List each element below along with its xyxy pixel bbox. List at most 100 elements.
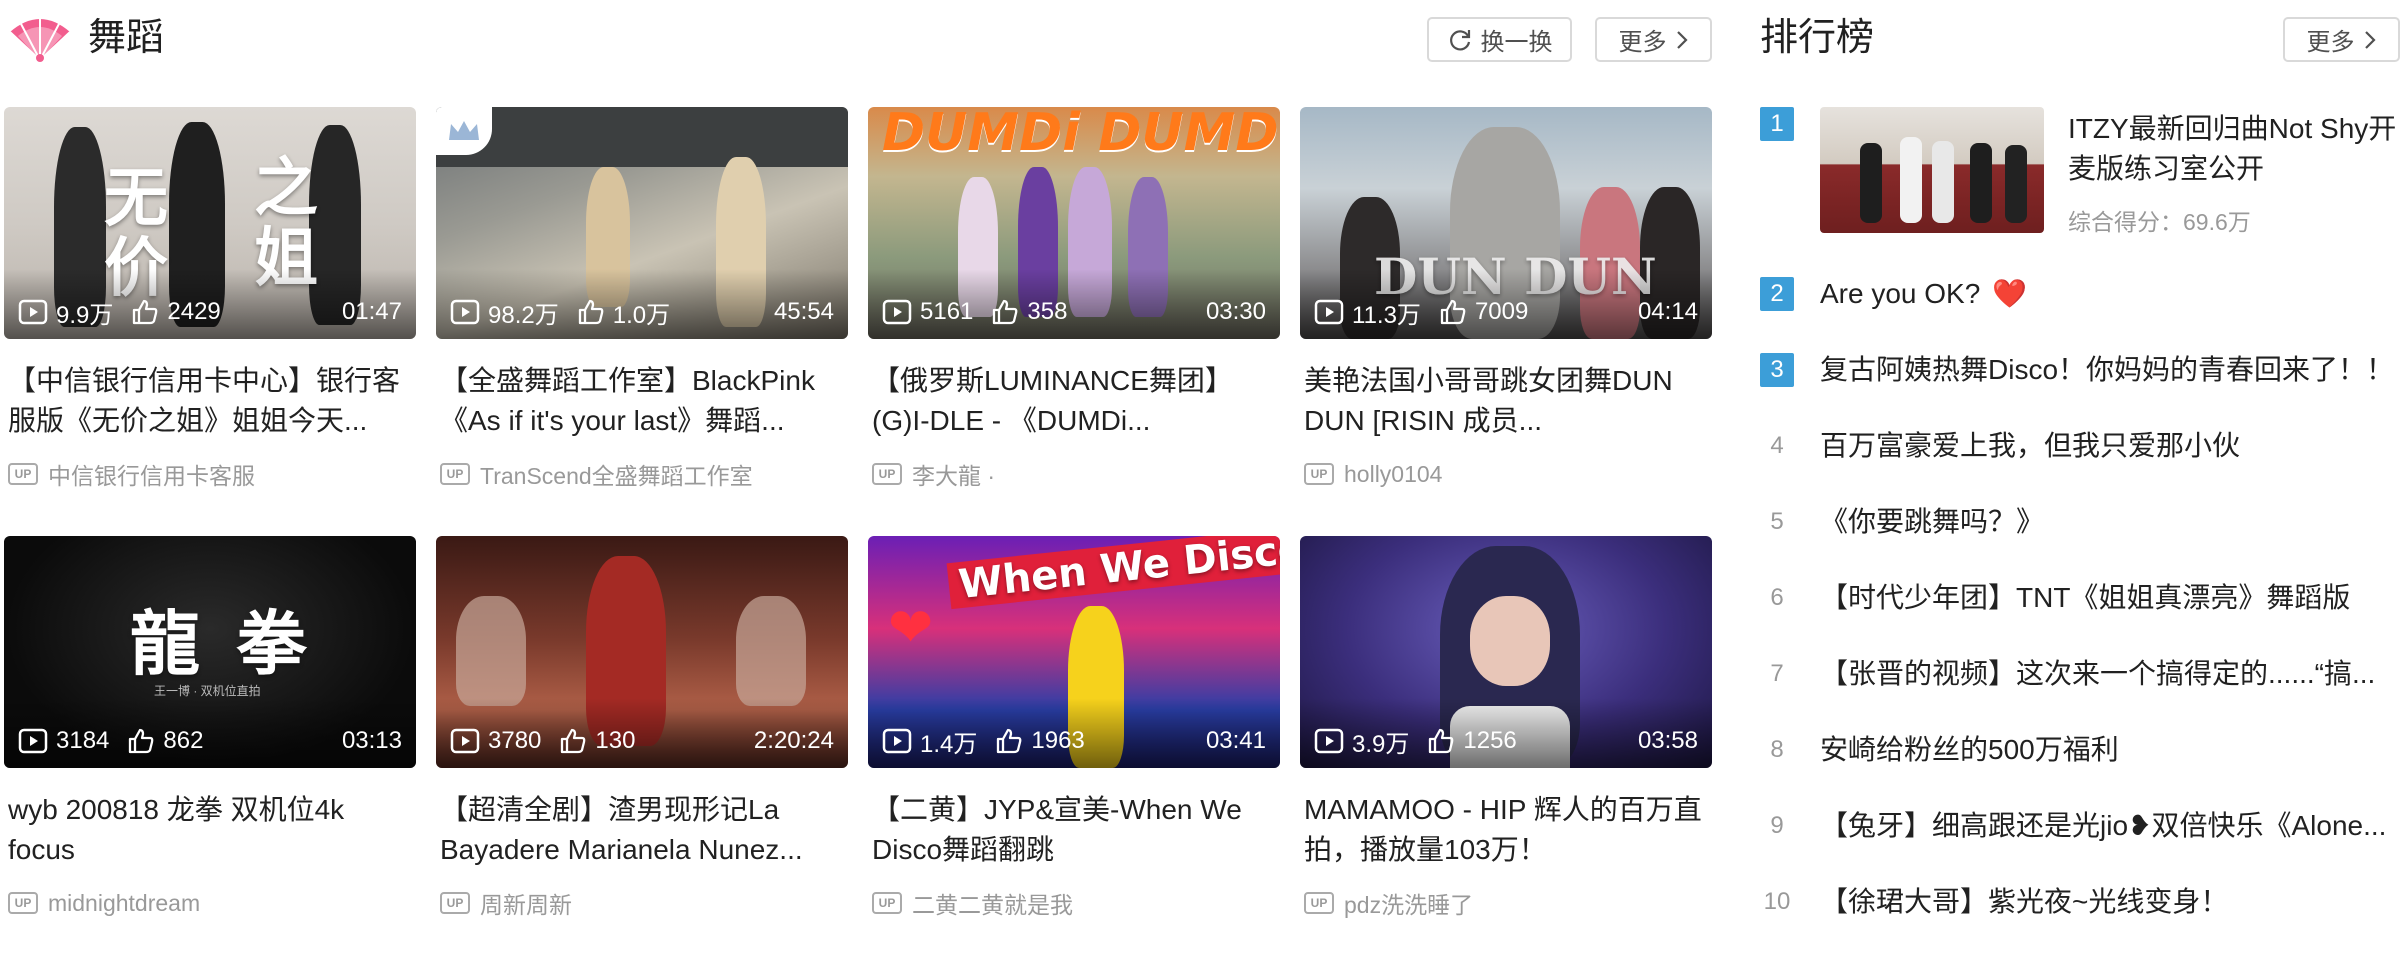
more-label: 更多 — [1618, 29, 1667, 56]
ranking-item-text[interactable]: 【张晋的视频】这次来一个搞得定的......“搞... — [1820, 658, 2375, 689]
uploader-name[interactable]: midnightdream — [48, 890, 200, 917]
ranking-item-text[interactable]: 【兔牙】细高跟还是光jio❥双倍快乐《Alone... — [1820, 810, 2386, 841]
ranking-item[interactable]: 10 【徐珺大哥】紫光夜~光线变身！ — [1760, 882, 2400, 922]
video-title[interactable]: wyb 200818 龙拳 双机位4k focus — [8, 790, 408, 870]
vip-badge — [436, 107, 492, 155]
ranking-item-text[interactable]: 《你要跳舞吗？》 — [1820, 506, 2044, 537]
ranking-top-thumbnail[interactable] — [1820, 107, 2044, 233]
play-count: 3184 — [56, 727, 110, 754]
uploader-name[interactable]: 李大龍 · — [912, 457, 995, 491]
play-count: 11.3万 — [1352, 301, 1421, 329]
ranking-item[interactable]: 5 《你要跳舞吗？》 — [1760, 502, 2400, 542]
ranking-item-text[interactable]: 复古阿姨热舞Disco！你妈妈的青春回来了！！ — [1820, 354, 2394, 385]
video-card[interactable]: 3780 130 2:20:24 【超清全剧】渣男现形记La Bayadere … — [436, 536, 848, 956]
ranking-item-title[interactable]: 【徐珺大哥】紫光夜~光线变身！ — [1820, 882, 2400, 922]
video-duration: 03:58 — [1637, 727, 1698, 754]
thumbs-up-icon — [133, 299, 158, 325]
crown-icon — [449, 121, 479, 140]
thumbnail-overlay-subtext: 王一博 · 双机位直拍 — [154, 684, 261, 698]
ranking-item-title[interactable]: 【时代少年团】TNT《姐姐真漂亮》舞蹈版 — [1820, 578, 2400, 618]
ranking-item-text[interactable]: 百万富豪爱上我，但我只爱那小伙 — [1820, 430, 2240, 461]
uploader[interactable]: UP midnightdream — [8, 888, 200, 918]
video-card[interactable]: 无 价 之 姐 9.9万 2429 01:47 【中信银行信用卡中心】银行客服版… — [4, 107, 416, 527]
ranking-item-title[interactable]: 《你要跳舞吗？》 — [1820, 502, 2400, 542]
video-title[interactable]: 美艳法国小哥哥跳女团舞DUN DUN [RISIN 成员... — [1304, 361, 1704, 441]
ranking-item[interactable]: 7 【张晋的视频】这次来一个搞得定的......“搞... — [1760, 654, 2400, 694]
video-duration: 2:20:24 — [753, 727, 834, 754]
play-count: 1.4万 — [920, 730, 978, 758]
ranking-item-title[interactable]: 百万富豪爱上我，但我只爱那小伙 — [1820, 426, 2400, 466]
video-title[interactable]: 【二黄】JYP&宣美-When We Disco舞蹈翻跳 — [872, 790, 1272, 870]
thumbnail-overlay-text: When We Disco — [946, 536, 1280, 610]
uploader[interactable]: UP holly0104 — [1304, 459, 1442, 489]
like-count: 130 — [595, 727, 636, 754]
video-card[interactable]: 龍 拳 王一博 · 双机位直拍 3184 862 03:13 wyb 20081… — [4, 536, 416, 956]
rank-number: 4 — [1770, 432, 1784, 459]
video-stats: 5161 358 03:30 — [882, 297, 1266, 327]
rank-number: 9 — [1770, 812, 1784, 839]
video-thumbnail[interactable]: 98.2万 1.0万 45:54 — [436, 107, 848, 339]
ranking-top-item[interactable]: 1 ITZY最新回归曲Not Shy开麦版练习室公开 综合得分：69.6万 — [1760, 107, 2400, 237]
video-title[interactable]: 【全盛舞蹈工作室】BlackPink《As if it's your last》… — [440, 361, 840, 441]
ranking-top-title[interactable]: ITZY最新回归曲Not Shy开麦版练习室公开 — [2068, 109, 2400, 189]
video-card[interactable]: 98.2万 1.0万 45:54 【全盛舞蹈工作室】BlackPink《As i… — [436, 107, 848, 527]
video-title[interactable]: 【中信银行信用卡中心】银行客服版《无价之姐》姐姐今天... — [8, 361, 408, 441]
ranking-item-text[interactable]: 【时代少年团】TNT《姐姐真漂亮》舞蹈版 — [1820, 582, 2350, 613]
uploader[interactable]: UP 周新周新 — [440, 888, 572, 918]
video-thumbnail[interactable]: When We Disco ❤ 1.4万 1963 03:41 — [868, 536, 1280, 768]
ranking-more-button[interactable]: 更多 — [2283, 17, 2400, 62]
up-badge: UP — [8, 892, 38, 914]
uploader[interactable]: UP 二黄二黄就是我 — [872, 888, 1073, 918]
play-count: 98.2万 — [488, 301, 559, 329]
up-badge: UP — [1304, 892, 1334, 914]
play-count-icon — [882, 728, 912, 754]
uploader[interactable]: UP 中信银行信用卡客服 — [8, 459, 255, 489]
video-title[interactable]: MAMAMOO - HIP 辉人的百万直拍，播放量103万！ — [1304, 790, 1704, 870]
uploader[interactable]: UP TranScend全盛舞蹈工作室 — [440, 459, 753, 489]
up-badge: UP — [8, 463, 38, 485]
uploader-name[interactable]: 中信银行信用卡客服 — [48, 457, 255, 491]
uploader-name[interactable]: pdz洗洗睡了 — [1344, 886, 1473, 920]
ranking-item-text[interactable]: Are you OK? — [1820, 278, 1980, 309]
video-thumbnail[interactable]: DUN DUN 11.3万 7009 04:14 — [1300, 107, 1712, 339]
heart-emoji: ❤️ — [1992, 278, 2028, 309]
video-title[interactable]: 【超清全剧】渣男现形记La Bayadere Marianela Nunez..… — [440, 790, 840, 870]
video-thumbnail[interactable]: DUMDi DUMDi 5161 358 03:30 — [868, 107, 1280, 339]
more-button[interactable]: 更多 — [1595, 17, 1712, 62]
play-count-icon — [882, 299, 912, 325]
ranking-item[interactable]: 2 Are you OK? ❤️ — [1760, 274, 2400, 314]
ranking-item[interactable]: 6 【时代少年团】TNT《姐姐真漂亮》舞蹈版 — [1760, 578, 2400, 618]
uploader[interactable]: UP 李大龍 · — [872, 459, 995, 489]
ranking-item[interactable]: 3 复古阿姨热舞Disco！你妈妈的青春回来了！！ — [1760, 350, 2400, 390]
ranking-item-text[interactable]: 【徐珺大哥】紫光夜~光线变身！ — [1820, 886, 2228, 917]
video-thumbnail[interactable]: 龍 拳 王一博 · 双机位直拍 3184 862 03:13 — [4, 536, 416, 768]
ranking-item-title[interactable]: Are you OK? ❤️ — [1820, 274, 2400, 314]
video-card[interactable]: DUMDi DUMDi 5161 358 03:30 【俄罗斯LUMINANCE… — [868, 107, 1280, 527]
refresh-button[interactable]: 换一换 — [1427, 17, 1572, 62]
ranking-item[interactable]: 4 百万富豪爱上我，但我只爱那小伙 — [1760, 426, 2400, 466]
up-badge: UP — [440, 892, 470, 914]
ranking-item-text[interactable]: 安崎给粉丝的500万福利 — [1820, 734, 2119, 765]
uploader-name[interactable]: 二黄二黄就是我 — [912, 886, 1073, 920]
video-card[interactable]: DUN DUN 11.3万 7009 04:14 美艳法国小哥哥跳女团舞DUN … — [1300, 107, 1712, 527]
dance-section-header: 舞蹈 换一换 更多 — [0, 0, 1712, 80]
uploader[interactable]: UP pdz洗洗睡了 — [1304, 888, 1473, 918]
ranking-item-title[interactable]: 安崎给粉丝的500万福利 — [1820, 730, 2400, 770]
refresh-icon — [1449, 29, 1470, 50]
video-thumbnail[interactable]: 无 价 之 姐 9.9万 2429 01:47 — [4, 107, 416, 339]
ranking-item-title[interactable]: 【张晋的视频】这次来一个搞得定的......“搞... — [1820, 654, 2400, 694]
video-title[interactable]: 【俄罗斯LUMINANCE舞团】(G)I-DLE - 《DUMDi... — [872, 361, 1272, 441]
thumbs-up-icon — [578, 299, 604, 325]
video-card[interactable]: 3.9万 1256 03:58 MAMAMOO - HIP 辉人的百万直拍，播放… — [1300, 536, 1712, 956]
video-stats: 9.9万 2429 01:47 — [18, 297, 402, 329]
video-thumbnail[interactable]: 3780 130 2:20:24 — [436, 536, 848, 768]
video-thumbnail[interactable]: 3.9万 1256 03:58 — [1300, 536, 1712, 768]
uploader-name[interactable]: holly0104 — [1344, 461, 1442, 488]
ranking-item-title[interactable]: 【兔牙】细高跟还是光jio❥双倍快乐《Alone... — [1820, 806, 2400, 846]
uploader-name[interactable]: 周新周新 — [480, 886, 572, 920]
ranking-item[interactable]: 9 【兔牙】细高跟还是光jio❥双倍快乐《Alone... — [1760, 806, 2400, 846]
video-card[interactable]: When We Disco ❤ 1.4万 1963 03:41 【二黄】JYP&… — [868, 536, 1280, 956]
uploader-name[interactable]: TranScend全盛舞蹈工作室 — [480, 457, 753, 491]
ranking-item[interactable]: 8 安崎给粉丝的500万福利 — [1760, 730, 2400, 770]
ranking-item-title[interactable]: 复古阿姨热舞Disco！你妈妈的青春回来了！！ — [1820, 350, 2400, 390]
